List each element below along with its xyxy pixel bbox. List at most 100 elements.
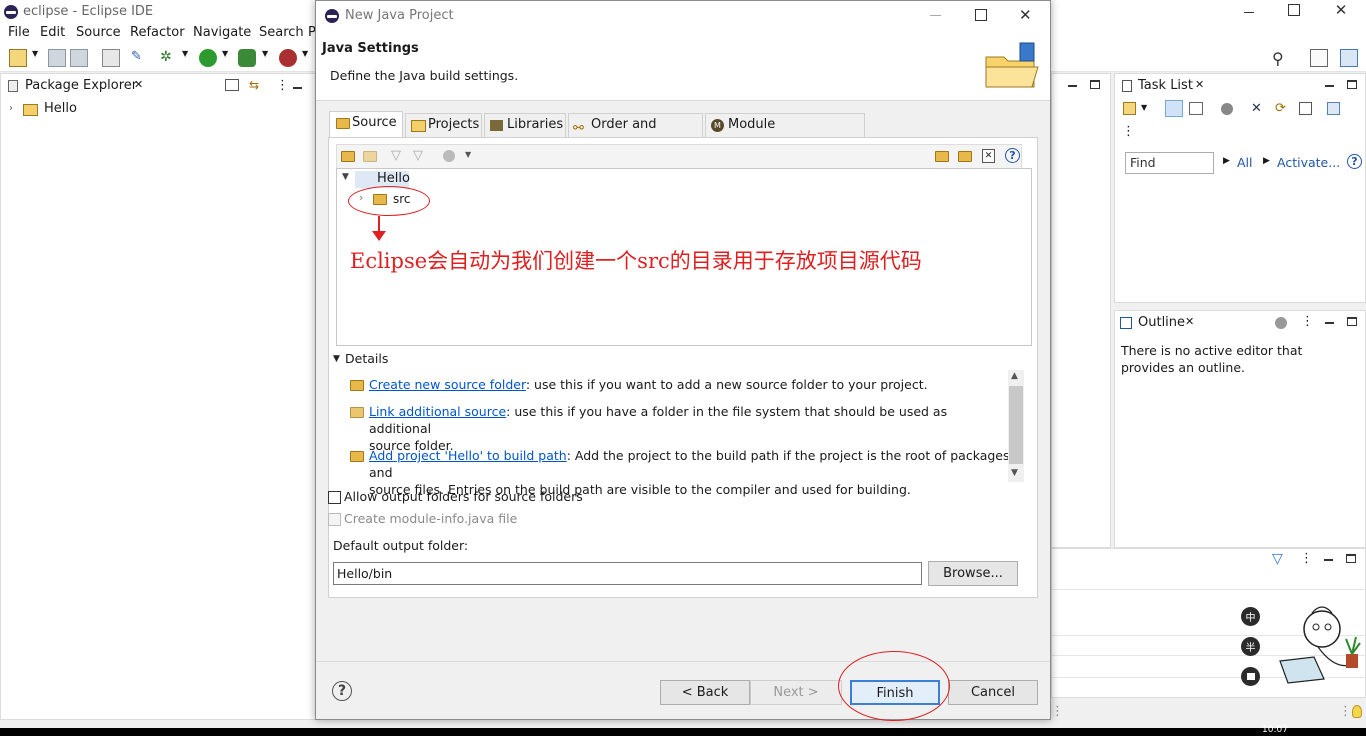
view-menu-icon[interactable]: ⋮: [276, 78, 289, 93]
toggle-icon[interactable]: ✎: [131, 49, 149, 67]
status-menu-icon[interactable]: ⋮: [1051, 704, 1064, 719]
minimize-bottom-icon[interactable]: [1324, 559, 1333, 561]
allow-output-checkbox[interactable]: [328, 491, 341, 504]
new-dropdown-icon[interactable]: ▼: [32, 49, 40, 67]
run-icon[interactable]: [199, 49, 217, 67]
package-explorer-tab[interactable]: Package Explorer: [25, 78, 137, 93]
outline-tab[interactable]: Outline: [1138, 315, 1185, 330]
maximize-editor-icon[interactable]: [1090, 80, 1100, 89]
add-folder-icon[interactable]: [341, 151, 355, 162]
scheduled-icon[interactable]: [1189, 102, 1203, 115]
synchronize-icon[interactable]: ⟳: [1275, 101, 1286, 116]
new-task-dropdown-icon[interactable]: ▼: [1141, 103, 1147, 112]
ime-shirt-icon[interactable]: [1241, 667, 1260, 686]
dialog-help-icon[interactable]: ?: [332, 681, 352, 701]
tab-order-export[interactable]: ⚯ Order and Export: [568, 113, 703, 154]
link-source-icon[interactable]: [363, 151, 377, 162]
maximize-outline-icon[interactable]: [1347, 317, 1357, 326]
external-tools-icon[interactable]: [279, 49, 297, 67]
tip-bulb-icon[interactable]: [1352, 705, 1362, 718]
menu-file[interactable]: File: [8, 25, 30, 40]
minimize-outline-icon[interactable]: [1325, 322, 1334, 324]
minimize-view-icon[interactable]: [293, 87, 302, 89]
edit-source-icon[interactable]: [958, 151, 972, 162]
details-collapse-icon[interactable]: ▼: [333, 354, 340, 364]
configure-disabled-icon[interactable]: [443, 150, 455, 162]
menu-refactor[interactable]: Refactor: [130, 25, 185, 40]
status-menu2-icon[interactable]: ⋮: [1339, 704, 1352, 719]
task-list-tab[interactable]: Task List: [1138, 78, 1193, 93]
ime-halfwidth-badge[interactable]: 半: [1241, 637, 1260, 656]
close-task-list-icon[interactable]: ✕: [1195, 78, 1204, 91]
collapse-all-icon[interactable]: [225, 79, 239, 91]
all-link[interactable]: All: [1237, 155, 1253, 170]
add-source-icon[interactable]: [935, 151, 949, 162]
categorized-icon[interactable]: [1165, 100, 1183, 117]
output-folder-input[interactable]: Hello/bin: [333, 562, 922, 585]
debug-dropdown-icon[interactable]: ▼: [182, 49, 190, 67]
task-view-menu-icon[interactable]: ⋮: [1122, 124, 1135, 139]
filter-add-disabled-icon[interactable]: ▽: [413, 148, 423, 163]
open-perspective-icon[interactable]: [1310, 49, 1328, 67]
java-perspective-icon[interactable]: [1340, 49, 1358, 67]
filter-icon[interactable]: ▽: [1272, 551, 1283, 567]
restore-icon[interactable]: [1288, 4, 1300, 16]
browse-button[interactable]: Browse...: [928, 561, 1018, 586]
scroll-thumb[interactable]: [1009, 386, 1023, 464]
dialog-minimize-icon[interactable]: [930, 15, 941, 16]
activate-link[interactable]: Activate...: [1277, 155, 1340, 170]
external-dropdown-icon[interactable]: ▼: [302, 49, 310, 67]
debug-icon[interactable]: ✲: [160, 49, 178, 67]
minimize-icon[interactable]: [1243, 6, 1255, 18]
menu-search[interactable]: Search: [259, 25, 304, 40]
back-button[interactable]: < Back: [660, 680, 750, 705]
binary-icon[interactable]: [102, 49, 120, 67]
scroll-up-icon[interactable]: ▲: [1011, 371, 1018, 381]
dialog-maximize-icon[interactable]: [975, 9, 987, 21]
configure-dropdown-icon[interactable]: ▼: [465, 150, 471, 159]
next-button[interactable]: Next >: [750, 680, 842, 705]
details-scrollbar[interactable]: ▲ ▼: [1008, 370, 1024, 482]
source-help-icon[interactable]: ?: [1005, 148, 1020, 163]
minimize-task-list-icon[interactable]: [1325, 85, 1334, 87]
focus-icon[interactable]: [1221, 103, 1233, 115]
save-icon[interactable]: [48, 49, 66, 67]
dialog-close-icon[interactable]: ✕: [1019, 6, 1032, 24]
create-folder-link[interactable]: Create new source folder: [369, 377, 526, 392]
add-build-path-link[interactable]: Add project 'Hello' to build path: [369, 448, 567, 463]
tab-libraries[interactable]: Libraries: [484, 113, 566, 137]
close-icon[interactable]: ✕: [1334, 1, 1348, 19]
menu-navigate[interactable]: Navigate: [193, 25, 251, 40]
close-view-icon[interactable]: ✕: [134, 78, 143, 91]
expand-chevron-icon[interactable]: ›: [9, 103, 13, 114]
minimize-editor-icon[interactable]: [1068, 85, 1077, 87]
maximize-bottom-icon[interactable]: [1346, 554, 1356, 563]
outline-focus-icon[interactable]: [1275, 317, 1287, 329]
project-collapse-icon[interactable]: ▼: [342, 172, 349, 182]
show-ui-legend-icon[interactable]: [1327, 102, 1340, 115]
search-icon[interactable]: ⚲: [1272, 49, 1290, 68]
new-icon[interactable]: [9, 49, 27, 67]
scroll-down-icon[interactable]: ▼: [1011, 468, 1018, 478]
cancel-button[interactable]: Cancel: [948, 680, 1038, 705]
filter-disabled-icon[interactable]: ▽: [391, 148, 401, 163]
link-editor-icon[interactable]: ⇆: [247, 78, 261, 92]
tree-project-hello[interactable]: Hello: [377, 171, 410, 186]
collapse-tasks-icon[interactable]: [1299, 102, 1312, 115]
project-hello[interactable]: Hello: [44, 101, 77, 116]
coverage-dropdown-icon[interactable]: ▼: [262, 49, 270, 67]
hide-completed-icon[interactable]: ✕: [1251, 101, 1262, 116]
tab-module-dependencies[interactable]: M Module Dependencies: [705, 113, 865, 154]
module-info-checkbox[interactable]: [328, 513, 341, 526]
link-source-link[interactable]: Link additional source: [369, 404, 506, 419]
coverage-icon[interactable]: [238, 49, 256, 67]
bottom-menu-icon[interactable]: ⋮: [1300, 551, 1313, 566]
menu-source[interactable]: Source: [76, 25, 121, 40]
task-find-input[interactable]: Find: [1125, 152, 1214, 174]
tab-projects[interactable]: Projects: [405, 113, 482, 137]
close-outline-icon[interactable]: ✕: [1185, 315, 1194, 328]
remove-source-icon[interactable]: ✕: [982, 149, 995, 163]
ime-chinese-badge[interactable]: 中: [1241, 607, 1260, 626]
tab-source[interactable]: Source: [329, 111, 403, 138]
menu-edit[interactable]: Edit: [40, 25, 65, 40]
